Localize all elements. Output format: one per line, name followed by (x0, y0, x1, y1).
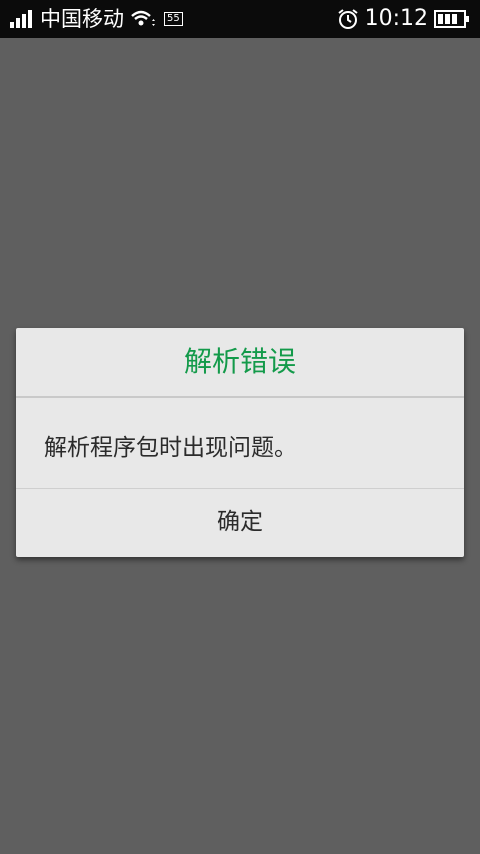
dialog-message: 解析程序包时出现问题。 (16, 398, 464, 489)
screen: 中国移动 55 10:12 解析错误 解析程序包时出现问题。 确定 (0, 0, 480, 854)
network-badge: 55 (164, 12, 183, 26)
status-bar-right: 10:12 (337, 0, 470, 38)
alarm-icon (337, 8, 359, 30)
status-bar-left: 中国移动 55 (10, 0, 183, 38)
status-bar: 中国移动 55 10:12 (0, 0, 480, 38)
clock: 10:12 (364, 6, 428, 31)
wifi-icon (130, 8, 156, 30)
signal-icon (10, 10, 34, 28)
battery-icon (434, 9, 470, 29)
ok-button[interactable]: 确定 (16, 489, 464, 555)
dialog-title: 解析错误 (16, 328, 464, 398)
carrier-name: 中国移动 (40, 7, 124, 31)
error-dialog: 解析错误 解析程序包时出现问题。 确定 (16, 328, 464, 557)
